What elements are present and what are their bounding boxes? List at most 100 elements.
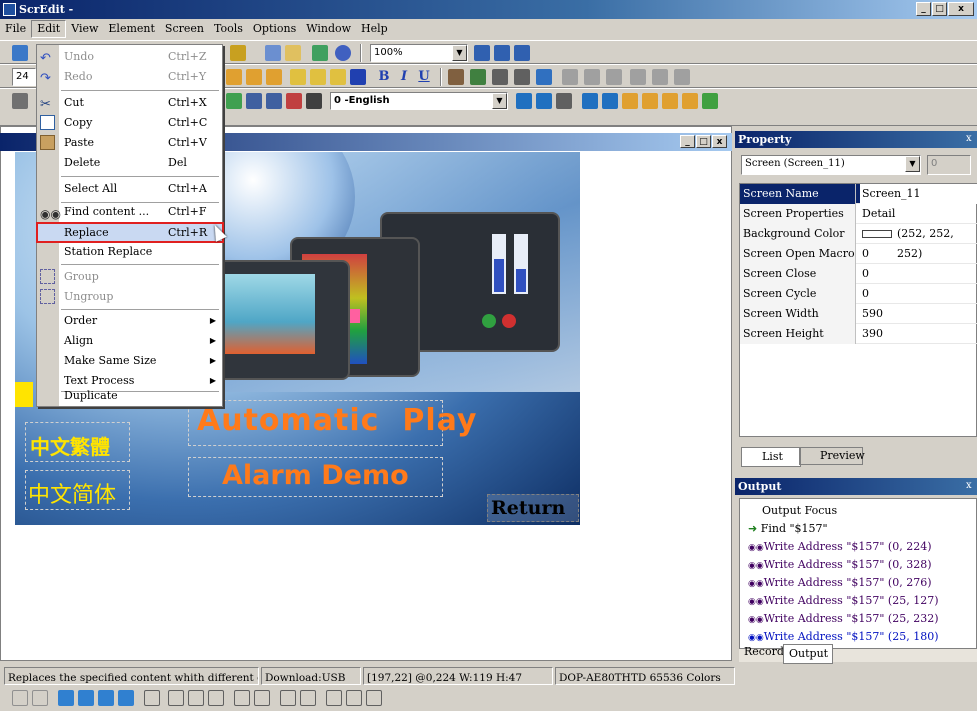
close-button[interactable]: x [948, 2, 974, 16]
layout6-icon[interactable] [674, 69, 690, 85]
menu-edit[interactable]: Edit [31, 20, 67, 38]
zoom-dropdown-icon[interactable]: ▼ [452, 45, 467, 61]
snap-icon[interactable] [514, 69, 530, 85]
send-back-icon[interactable] [310, 69, 326, 85]
simp-chinese-box[interactable]: 中文简体 [25, 470, 130, 510]
menu-help[interactable]: Help [356, 19, 393, 38]
tool3-icon[interactable] [556, 93, 572, 109]
tab-preview[interactable]: Preview [799, 447, 865, 465]
menu-view[interactable]: View [66, 19, 103, 38]
font-size-select[interactable]: 24 [12, 68, 36, 86]
menu-item-duplicate[interactable]: Duplicate [37, 386, 222, 406]
tab-output[interactable]: Output [783, 644, 833, 664]
align9-icon[interactable] [188, 690, 204, 706]
menu-item-find[interactable]: ◉◉ Find content ... Ctrl+F [37, 202, 222, 222]
menu-file[interactable]: File [0, 19, 31, 38]
menu-options[interactable]: Options [248, 19, 301, 38]
target-icon[interactable] [536, 69, 552, 85]
color-swatch[interactable] [862, 230, 892, 238]
tool2-icon[interactable] [536, 93, 552, 109]
tool10-icon[interactable] [702, 93, 718, 109]
compile-icon[interactable] [312, 45, 328, 61]
property-index[interactable]: 0 [927, 155, 971, 175]
italic-icon[interactable]: I [396, 69, 412, 85]
property-row[interactable]: Background Color (252, 252, 252) [740, 224, 977, 260]
layout2-icon[interactable] [584, 69, 600, 85]
output-line[interactable]: ➜ Find "$157" [748, 521, 828, 537]
bar-graph-icon[interactable] [266, 93, 282, 109]
align13-icon[interactable] [280, 690, 296, 706]
menu-item-order[interactable]: Order ▶ [37, 311, 222, 331]
move-down-icon[interactable] [330, 69, 346, 85]
alarm-icon[interactable] [286, 93, 302, 109]
output-line[interactable]: ◉◉Write Address "$157" (0, 224) [748, 539, 932, 555]
restore-button[interactable]: □ [932, 2, 947, 16]
property-row[interactable]: Screen Height 390 [740, 324, 977, 344]
align7-icon[interactable] [144, 690, 160, 706]
help-icon[interactable] [335, 45, 351, 61]
output-line[interactable]: ◉◉Write Address "$157" (25, 232) [748, 611, 939, 627]
output-line[interactable]: ◉◉Write Address "$157" (0, 276) [748, 575, 932, 591]
align5-icon[interactable] [98, 690, 114, 706]
new-icon[interactable] [12, 45, 28, 61]
keypad-icon[interactable] [306, 93, 322, 109]
menu-item-copy[interactable]: Copy Ctrl+C [37, 113, 222, 133]
element-icon[interactable] [12, 93, 28, 109]
alarm-demo-box[interactable]: Alarm Demo [188, 457, 443, 497]
menu-item-align[interactable]: Align ▶ [37, 331, 222, 351]
tab-list[interactable]: List [741, 447, 801, 467]
menu-item-cut[interactable]: ✂ Cut Ctrl+X [37, 93, 222, 113]
property-selector[interactable]: Screen (Screen_11) ▼ [741, 155, 921, 175]
draw-line-icon[interactable] [448, 69, 464, 85]
property-row[interactable]: Screen Name Screen_11 [740, 184, 977, 204]
menu-item-undo[interactable]: ↶ Undo Ctrl+Z [37, 47, 222, 67]
property-selector-dropdown-icon[interactable]: ▼ [905, 156, 920, 172]
tool7-icon[interactable] [642, 93, 658, 109]
align-right-icon[interactable] [266, 69, 282, 85]
zoom-in-icon[interactable] [474, 45, 490, 61]
property-row[interactable]: Screen Close Macro 0 [740, 264, 977, 300]
align17-icon[interactable] [366, 690, 382, 706]
zoom-fit-icon[interactable] [514, 45, 530, 61]
align3-icon[interactable] [58, 690, 74, 706]
meter-icon[interactable] [246, 93, 262, 109]
property-close-icon[interactable]: x [966, 133, 972, 144]
tool9-icon[interactable] [682, 93, 698, 109]
menu-item-station-replace[interactable]: Station Replace [37, 242, 222, 262]
bold-icon[interactable]: B [376, 69, 392, 85]
tool8-icon[interactable] [662, 93, 678, 109]
output-focus-label[interactable]: Output Focus [762, 503, 837, 519]
menu-item-paste[interactable]: Paste Ctrl+V [37, 133, 222, 153]
bring-front-icon[interactable] [290, 69, 306, 85]
menu-item-group[interactable]: Group [37, 267, 222, 287]
child-close-button[interactable]: x [712, 135, 727, 148]
menu-element[interactable]: Element [103, 19, 160, 38]
font-color-icon[interactable] [350, 69, 366, 85]
language-dropdown-icon[interactable]: ▼ [492, 93, 507, 109]
zoom-select[interactable]: 100% ▼ [370, 44, 468, 62]
menu-item-replace[interactable]: Replace Ctrl+R [36, 222, 224, 243]
align4-icon[interactable] [78, 690, 94, 706]
menu-item-make-same-size[interactable]: Make Same Size ▶ [37, 351, 222, 371]
align15-icon[interactable] [326, 690, 342, 706]
tool4-icon[interactable] [582, 93, 598, 109]
automatic-play-box[interactable]: Automatic Play [188, 400, 476, 446]
child-restore-button[interactable]: □ [696, 135, 711, 148]
menu-window[interactable]: Window [301, 19, 356, 38]
layout5-icon[interactable] [652, 69, 668, 85]
tool1-icon[interactable] [516, 93, 532, 109]
find-icon[interactable] [230, 45, 246, 61]
zoom-out-icon[interactable] [494, 45, 510, 61]
layout4-icon[interactable] [630, 69, 646, 85]
folder-icon[interactable] [285, 45, 301, 61]
open-icon[interactable] [265, 45, 281, 61]
child-minimize-button[interactable]: _ [680, 135, 695, 148]
property-row[interactable]: Screen Width 590 [740, 304, 977, 324]
align1-icon[interactable] [12, 690, 28, 706]
menu-screen[interactable]: Screen [160, 19, 209, 38]
property-row[interactable]: Screen Properties Detail [740, 204, 977, 224]
tool5-icon[interactable] [602, 93, 618, 109]
minimize-button[interactable]: _ [916, 2, 931, 16]
shape-icon[interactable] [470, 69, 486, 85]
align6-icon[interactable] [118, 690, 134, 706]
